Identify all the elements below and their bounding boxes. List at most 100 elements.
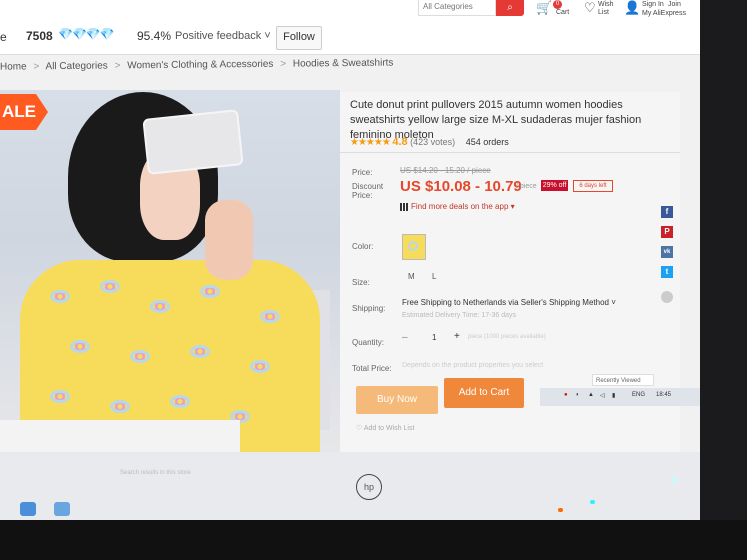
donut-print <box>50 390 70 403</box>
monitor-bezel <box>0 520 747 560</box>
breadcrumb-all-categories[interactable]: All Categories <box>45 61 107 73</box>
donut-print <box>200 285 220 298</box>
quantity-decrease-button[interactable]: – <box>402 332 408 343</box>
positive-feedback-percent: 95.4% <box>137 29 172 43</box>
estimated-delivery: Estimated Delivery Time: 17-36 days <box>402 312 516 319</box>
pinterest-icon[interactable]: P <box>661 226 673 238</box>
taskbar-app-icon[interactable] <box>54 502 70 516</box>
diamond-rank-icon: 💎💎💎💎 <box>58 27 115 41</box>
store-search-input[interactable]: Search results in this store <box>120 470 300 482</box>
browser-screen: All Categories ⌕ 🛒 0 Cart ♡ Wish List 👤 … <box>0 0 700 520</box>
facebook-icon[interactable]: f <box>661 206 673 218</box>
add-to-cart-button[interactable]: Add to Cart <box>444 378 524 408</box>
days-left-badge: 6 days left <box>573 180 613 192</box>
donut-print <box>50 290 70 303</box>
discount-price-label-2: Price: <box>352 191 373 200</box>
sale-tag: ALE <box>0 94 48 130</box>
color-label: Color: <box>352 242 374 251</box>
donut-print <box>110 400 130 413</box>
star-rating-icon: ★★★★★ <box>350 137 391 148</box>
system-tray: ● ◐ ▲ ◁ ▮ ENG 18:45 <box>540 388 700 406</box>
clock[interactable]: 18:45 <box>656 392 671 398</box>
positive-feedback-dropdown[interactable]: Positive feedback ˅ <box>175 30 271 42</box>
seller-bar: e 7508 💎💎💎💎 95.4% Positive feedback ˅ Fo… <box>0 22 700 55</box>
size-label: Size: <box>352 278 370 287</box>
donut-print <box>170 395 190 408</box>
my-aliexpress-link[interactable]: My AliExpress <box>642 10 686 18</box>
shipping-label: Shipping: <box>352 304 386 313</box>
app-deals-text: Find more deals on the app ▾ <box>411 202 515 211</box>
breadcrumb: Home > All Categories > Women's Clothing… <box>0 54 700 81</box>
total-price-label: Total Price: <box>352 364 392 373</box>
follow-button[interactable]: Follow <box>276 26 322 50</box>
breadcrumb-separator: > <box>280 58 287 70</box>
hp-logo: hp <box>356 474 382 500</box>
breadcrumb-hoodies[interactable]: Hoodies & Sweatshirts <box>293 58 394 70</box>
size-option-l[interactable]: L <box>432 272 436 281</box>
donut-print <box>260 310 280 323</box>
search-icon: ⌕ <box>507 2 513 13</box>
signin-link[interactable]: Sign In <box>642 1 664 9</box>
donut-print <box>190 345 210 358</box>
quantity-increase-button[interactable]: + <box>454 331 460 342</box>
donut-print <box>130 350 150 363</box>
power-led <box>558 508 563 512</box>
original-price: US $14.20 - 15.20 / piece <box>400 166 491 175</box>
discount-price: US $10.08 - 10.79 <box>400 178 522 195</box>
donut-print <box>250 360 270 373</box>
app-deals-link[interactable]: Find more deals on the app ▾ <box>400 202 515 211</box>
twitter-icon[interactable]: t <box>661 266 673 278</box>
qr-code-icon <box>400 202 408 211</box>
size-option-m[interactable]: M <box>408 272 415 281</box>
rating-value: 4.8 <box>392 136 408 148</box>
volume-icon[interactable]: ◁ <box>600 392 605 399</box>
rating-votes[interactable]: (423 votes) <box>410 137 455 147</box>
product-image[interactable]: ALE <box>0 90 340 460</box>
share-more-icon[interactable] <box>661 291 673 303</box>
donut-print <box>150 300 170 313</box>
cart-count-badge: 0 <box>553 0 562 9</box>
breadcrumb-separator: > <box>114 60 121 72</box>
quantity-label: Quantity: <box>352 338 385 347</box>
tray-icon[interactable]: ▲ <box>588 392 594 398</box>
user-icon[interactable]: 👤 <box>624 0 640 16</box>
wishlist-link[interactable]: Wish List <box>598 1 618 17</box>
discount-badge: 29% off <box>541 180 568 191</box>
rating-row: ★★★★★ 4.8 (423 votes) 454 orders <box>350 136 509 148</box>
breadcrumb-home[interactable]: Home <box>0 61 27 72</box>
tray-icon[interactable]: ◐ <box>576 392 580 398</box>
tray-icon[interactable]: ● <box>564 392 568 398</box>
quantity-input[interactable]: 1 <box>432 333 436 342</box>
category-select[interactable]: All Categories <box>418 0 496 16</box>
smartphone <box>142 109 244 175</box>
quantity-available-note: piece (1000 pieces available) <box>468 334 546 340</box>
price-label: Price: <box>352 168 373 177</box>
vk-icon[interactable]: vk <box>661 246 673 258</box>
language-indicator[interactable]: ENG <box>632 392 645 398</box>
order-count: 454 orders <box>465 137 509 147</box>
per-piece: / piece <box>516 183 537 190</box>
store-name[interactable]: e <box>0 30 7 44</box>
recently-viewed-button[interactable]: Recently Viewed <box>592 374 654 386</box>
breadcrumb-womens-clothing[interactable]: Women's Clothing & Accessories <box>127 59 273 72</box>
join-link[interactable]: Join <box>668 1 681 9</box>
start-button-icon[interactable] <box>20 502 36 516</box>
search-button[interactable]: ⌕ <box>496 0 524 16</box>
color-swatch-yellow[interactable] <box>402 234 426 260</box>
buy-now-button[interactable]: Buy Now <box>356 386 438 414</box>
network-icon[interactable]: ▮ <box>612 392 615 399</box>
total-price-note: Depends on the product properties you se… <box>402 362 544 369</box>
discount-price-label: Discount <box>352 182 384 191</box>
breadcrumb-separator: > <box>33 61 40 73</box>
seller-score: 7508 <box>26 29 53 43</box>
donut-print <box>100 280 120 293</box>
status-led <box>672 478 677 482</box>
page-bottom: Search results in this store <box>0 452 700 520</box>
status-led <box>590 500 595 504</box>
cart-link[interactable]: Cart <box>556 9 569 17</box>
heart-icon[interactable]: ♡ <box>584 0 596 16</box>
divider <box>340 152 680 153</box>
cart-icon[interactable]: 🛒 <box>536 0 552 16</box>
shipping-method-dropdown[interactable]: Free Shipping to Netherlands via Seller'… <box>402 298 616 307</box>
add-to-wishlist-link[interactable]: ♡ Add to Wish List <box>356 424 414 432</box>
